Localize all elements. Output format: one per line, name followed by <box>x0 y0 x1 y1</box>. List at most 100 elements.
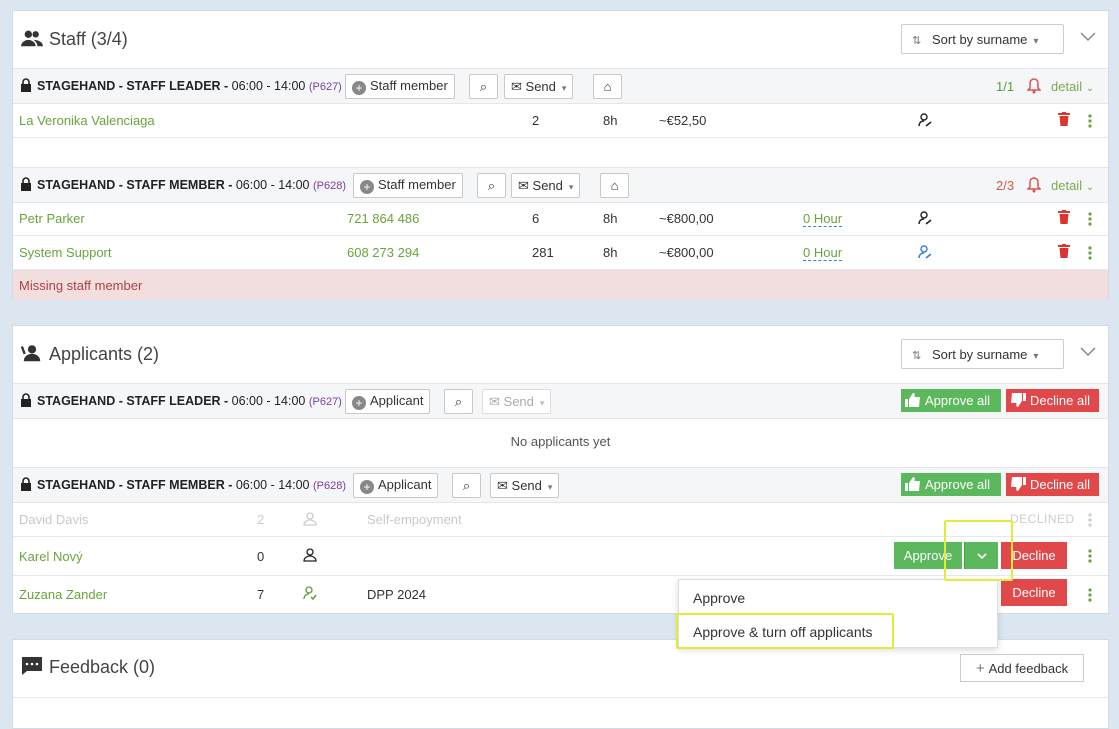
hour-link[interactable]: 0 Hour <box>803 245 843 261</box>
send-label: Send <box>525 78 556 94</box>
search-icon: ⌕ <box>454 393 463 409</box>
staff-amount: ~€52,50 <box>659 113 707 128</box>
table-row[interactable]: Petr Parker 721 864 486 6 8h ~€800,00 0 … <box>13 202 1108 236</box>
decline-all-button[interactable]: Decline all <box>1006 389 1099 412</box>
staff-header: Staff (3/4) ⇅ Sort by surname ▾ <box>13 11 1108 68</box>
applicant-icon <box>21 345 41 362</box>
person-edit-icon[interactable] <box>918 245 932 259</box>
collapse-chevron-icon[interactable] <box>1080 31 1096 43</box>
missing-label: Missing staff member <box>19 278 143 293</box>
applicant-name[interactable]: Karel Nový <box>19 549 83 564</box>
detail-link[interactable]: detail ⌄ <box>1051 178 1094 193</box>
shift-time: 06:00 - 14:00 <box>231 394 306 408</box>
staff-name[interactable]: Petr Parker <box>19 211 85 226</box>
staff-name[interactable]: System Support <box>19 245 112 260</box>
shift-time: 06:00 - 14:00 <box>235 478 310 492</box>
person-edit-icon[interactable] <box>918 211 932 225</box>
send-button[interactable]: ✉ Send ▾ <box>482 389 552 414</box>
empty-applicants-message: No applicants yet <box>510 434 611 449</box>
decline-all-button[interactable]: Decline all <box>1006 473 1099 496</box>
staff-number: 281 <box>532 245 554 260</box>
search-icon: ⌕ <box>487 177 496 193</box>
detail-link[interactable]: detail ⌄ <box>1051 79 1094 94</box>
plus-circle-icon: + <box>360 180 374 194</box>
add-feedback-label: Add feedback <box>988 660 1069 676</box>
person-check-icon <box>303 586 317 600</box>
kebab-menu-icon[interactable] <box>1088 587 1092 603</box>
missing-staff-alert: Missing staff member <box>13 270 1108 300</box>
kebab-menu-icon[interactable] <box>1088 211 1092 227</box>
search-icon: ⌕ <box>462 477 471 493</box>
search-button[interactable]: ⌕ <box>444 389 473 414</box>
decline-button[interactable]: Decline <box>1001 579 1067 606</box>
add-label: Staff member <box>378 177 456 192</box>
staff-hours: 8h <box>603 113 618 128</box>
applicant-number: 7 <box>257 587 265 602</box>
tag-button[interactable]: ⌂ <box>593 74 622 99</box>
tag-icon: ⌂ <box>610 178 619 193</box>
kebab-menu-icon[interactable] <box>1088 113 1092 129</box>
search-button[interactable]: ⌕ <box>477 173 506 198</box>
add-feedback-button[interactable]: + Add feedback <box>960 654 1084 682</box>
kebab-menu-icon[interactable] <box>1088 245 1092 261</box>
trash-icon[interactable] <box>1058 112 1070 126</box>
search-icon: ⌕ <box>479 78 488 94</box>
person-edit-icon[interactable] <box>918 113 932 127</box>
search-button[interactable]: ⌕ <box>469 74 498 99</box>
add-staff-member-button[interactable]: + Staff member <box>353 173 463 198</box>
send-label: Send <box>511 477 542 493</box>
approve-all-button[interactable]: Approve all <box>901 389 1001 412</box>
applicants-sort-button[interactable]: ⇅ Sort by surname ▾ <box>901 339 1064 369</box>
send-button[interactable]: ✉ Send ▾ <box>490 473 560 498</box>
plus-circle-icon: + <box>352 81 366 95</box>
add-applicant-button[interactable]: + Applicant <box>353 473 439 498</box>
dropdown-item-approve[interactable]: Approve <box>693 590 745 606</box>
collapse-chevron-icon[interactable] <box>1080 346 1096 358</box>
trash-icon[interactable] <box>1058 210 1070 224</box>
chevron-down-icon: ▾ <box>539 397 545 408</box>
add-applicant-button[interactable]: + Applicant <box>345 389 431 414</box>
plus-circle-icon: + <box>360 480 374 494</box>
applicant-name[interactable]: Zuzana Zander <box>19 587 107 602</box>
role-name: STAGEHAND - STAFF MEMBER <box>37 178 225 192</box>
tag-icon: ⌂ <box>603 79 612 94</box>
kebab-menu-icon[interactable] <box>1088 548 1092 564</box>
group-title: STAGEHAND - STAFF LEADER - 06:00 - 14:00… <box>37 79 342 93</box>
chevron-down-icon: ⌄ <box>1085 83 1095 94</box>
highlight-toggle-annotation <box>944 520 1013 581</box>
approve-all-button[interactable]: Approve all <box>901 473 1001 496</box>
table-row[interactable]: System Support 608 273 294 281 8h ~€800,… <box>13 236 1108 270</box>
lock-icon <box>21 393 31 407</box>
applicants-title: Applicants (2) <box>49 344 160 364</box>
send-button[interactable]: ✉ Send ▾ <box>511 173 581 198</box>
staff-name[interactable]: La Veronika Valenciaga <box>19 113 155 128</box>
envelope-icon: ✉ <box>518 177 529 193</box>
trash-icon[interactable] <box>1058 244 1070 258</box>
applicant-name[interactable]: David Davis <box>19 512 88 527</box>
bell-icon[interactable] <box>1027 177 1041 193</box>
decline-all-label: Decline all <box>1030 477 1090 492</box>
staff-sort-button[interactable]: ⇅ Sort by surname ▾ <box>901 24 1064 54</box>
tag-button[interactable]: ⌂ <box>600 173 629 198</box>
send-label: Send <box>503 393 534 409</box>
staff-amount: ~€800,00 <box>659 245 714 260</box>
chevron-down-icon: ⌄ <box>1085 182 1095 193</box>
staff-phone[interactable]: 608 273 294 <box>347 245 419 260</box>
person-icon <box>303 548 317 562</box>
staff-group-member: STAGEHAND - STAFF MEMBER - 06:00 - 14:00… <box>13 167 1108 203</box>
search-button[interactable]: ⌕ <box>452 473 481 498</box>
chevron-down-icon: ▾ <box>561 82 567 93</box>
kebab-menu-icon[interactable] <box>1088 512 1092 528</box>
staff-group-leader: STAGEHAND - STAFF LEADER - 06:00 - 14:00… <box>13 68 1108 104</box>
applicant-number: 2 <box>257 512 265 527</box>
people-icon <box>21 30 43 47</box>
hour-link[interactable]: 0 Hour <box>803 211 843 227</box>
chevron-down-icon: ▾ <box>1033 350 1039 362</box>
sort-label: Sort by surname <box>932 31 1028 47</box>
table-row[interactable]: La Veronika Valenciaga 2 8h ~€52,50 <box>13 104 1108 138</box>
staff-phone[interactable]: 721 864 486 <box>347 211 419 226</box>
thumbs-down-icon <box>1011 477 1026 491</box>
bell-icon[interactable] <box>1027 78 1041 94</box>
add-staff-member-button[interactable]: + Staff member <box>345 74 455 99</box>
send-button[interactable]: ✉ Send ▾ <box>504 74 574 99</box>
